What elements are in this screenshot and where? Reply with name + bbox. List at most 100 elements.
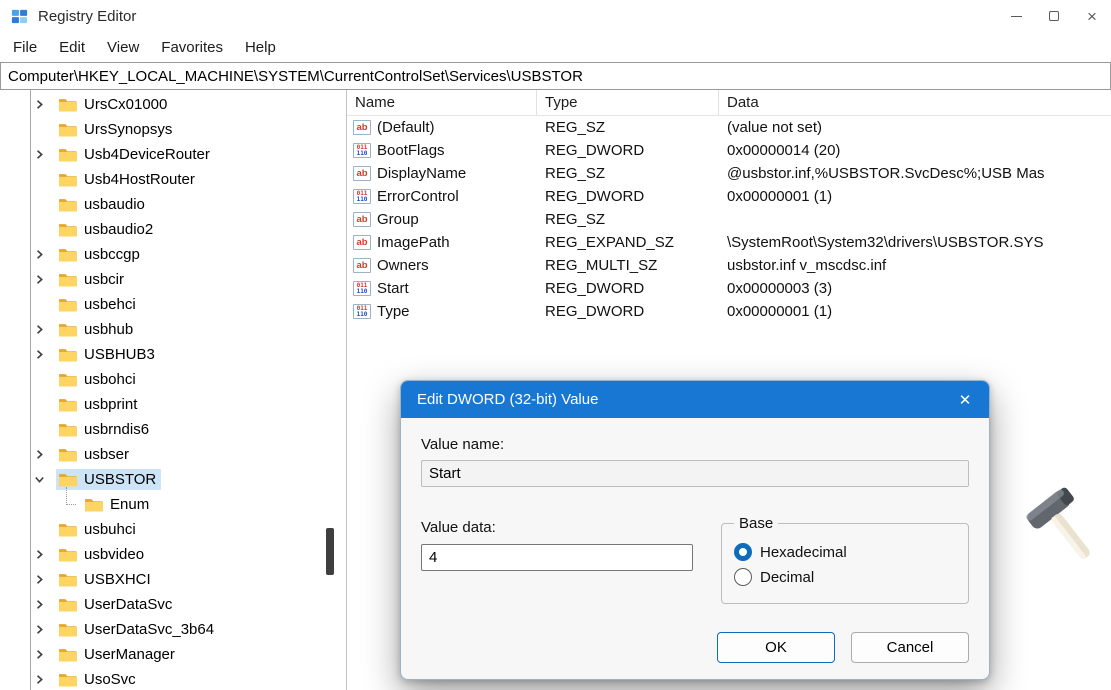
tree-item-UserDataSvc[interactable]: UserDataSvc xyxy=(0,592,346,617)
tree-node[interactable]: usbccgp xyxy=(56,244,145,265)
tree-item-UrsCx01000[interactable]: UrsCx01000 xyxy=(0,92,346,117)
minimize-button[interactable] xyxy=(997,0,1035,32)
registry-value-row-start[interactable]: 011110StartREG_DWORD0x00000003 (3) xyxy=(347,277,1111,300)
chevron-right-icon[interactable] xyxy=(34,573,56,587)
registry-value-row-group[interactable]: abGroupREG_SZ xyxy=(347,208,1111,231)
folder-icon xyxy=(58,597,78,613)
address-bar[interactable]: Computer\HKEY_LOCAL_MACHINE\SYSTEM\Curre… xyxy=(0,62,1111,90)
chevron-right-icon[interactable] xyxy=(34,448,56,462)
tree-node[interactable]: usbuhci xyxy=(56,519,141,540)
menu-view[interactable]: View xyxy=(96,36,150,59)
tree-item-usbaudio[interactable]: usbaudio xyxy=(0,192,346,217)
tree-node[interactable]: usbhub xyxy=(56,319,138,340)
tree-item-label: UsoSvc xyxy=(84,671,136,688)
close-button[interactable]: × xyxy=(1073,0,1111,32)
registry-value-row-default[interactable]: ab(Default)REG_SZ(value not set) xyxy=(347,116,1111,139)
tree-item-USBXHCI[interactable]: USBXHCI xyxy=(0,567,346,592)
tree-node[interactable]: USBXHCI xyxy=(56,569,156,590)
tree-node[interactable]: Enum xyxy=(82,494,154,515)
menu-file[interactable]: File xyxy=(2,36,48,59)
tree-scrollbar-thumb[interactable] xyxy=(326,528,334,575)
tree-node[interactable]: usbcir xyxy=(56,269,129,290)
tree-item-USBHUB3[interactable]: USBHUB3 xyxy=(0,342,346,367)
tree-node[interactable]: USBHUB3 xyxy=(56,344,160,365)
radio-decimal[interactable]: Decimal xyxy=(734,568,956,586)
menu-help[interactable]: Help xyxy=(234,36,287,59)
chevron-right-icon[interactable] xyxy=(34,548,56,562)
tree-node[interactable]: usbvideo xyxy=(56,544,149,565)
column-header-type[interactable]: Type xyxy=(537,90,719,115)
tree-node[interactable]: UserDataSvc_3b64 xyxy=(56,619,219,640)
tree-node[interactable]: usbser xyxy=(56,444,134,465)
tree-item-usbhub[interactable]: usbhub xyxy=(0,317,346,342)
registry-editor-window: Registry Editor × FileEditViewFavoritesH… xyxy=(0,0,1111,690)
tree-node[interactable]: usbehci xyxy=(56,294,141,315)
tree-node[interactable]: UrsSynopsys xyxy=(56,119,177,140)
tree-item-Enum[interactable]: Enum xyxy=(0,492,346,517)
chevron-right-icon[interactable] xyxy=(34,598,56,612)
menu-edit[interactable]: Edit xyxy=(48,36,96,59)
tree-node[interactable]: usbaudio2 xyxy=(56,219,158,240)
registry-value-row-owners[interactable]: abOwnersREG_MULTI_SZusbstor.inf v_mscdsc… xyxy=(347,254,1111,277)
chevron-right-icon[interactable] xyxy=(34,98,56,112)
registry-value-row-errorcontrol[interactable]: 011110ErrorControlREG_DWORD0x00000001 (1… xyxy=(347,185,1111,208)
tree-item-usbcir[interactable]: usbcir xyxy=(0,267,346,292)
tree-item-usbvideo[interactable]: usbvideo xyxy=(0,542,346,567)
chevron-right-icon[interactable] xyxy=(34,673,56,687)
value-type-cell: REG_MULTI_SZ xyxy=(537,257,719,274)
dialog-close-button[interactable]: ✕ xyxy=(941,381,989,418)
menu-favorites[interactable]: Favorites xyxy=(150,36,234,59)
tree-item-usbuhci[interactable]: usbuhci xyxy=(0,517,346,542)
cancel-button[interactable]: Cancel xyxy=(851,632,969,663)
chevron-down-icon[interactable] xyxy=(34,473,56,487)
tree-node[interactable]: Usb4DeviceRouter xyxy=(56,144,215,165)
tree-node[interactable]: UserManager xyxy=(56,644,180,665)
tree-item-usbehci[interactable]: usbehci xyxy=(0,292,346,317)
chevron-right-icon[interactable] xyxy=(34,348,56,362)
tree-item-usbccgp[interactable]: usbccgp xyxy=(0,242,346,267)
tree-node[interactable]: Usb4HostRouter xyxy=(56,169,200,190)
tree-node[interactable]: usbohci xyxy=(56,369,141,390)
tree-item-Usb4HostRouter[interactable]: Usb4HostRouter xyxy=(0,167,346,192)
tree-item-Usb4DeviceRouter[interactable]: Usb4DeviceRouter xyxy=(0,142,346,167)
tree-item-usbohci[interactable]: usbohci xyxy=(0,367,346,392)
tree-item-UrsSynopsys[interactable]: UrsSynopsys xyxy=(0,117,346,142)
registry-value-row-type[interactable]: 011110TypeREG_DWORD0x00000001 (1) xyxy=(347,300,1111,323)
registry-value-row-bootflags[interactable]: 011110BootFlagsREG_DWORD0x00000014 (20) xyxy=(347,139,1111,162)
registry-value-row-imagepath[interactable]: abImagePathREG_EXPAND_SZ\SystemRoot\Syst… xyxy=(347,231,1111,254)
chevron-right-icon[interactable] xyxy=(34,323,56,337)
chevron-right-icon[interactable] xyxy=(34,148,56,162)
maximize-button[interactable] xyxy=(1035,0,1073,32)
tree-item-label: usbcir xyxy=(84,271,124,288)
chevron-right-icon[interactable] xyxy=(34,648,56,662)
tree-item-UserDataSvc_3b64[interactable]: UserDataSvc_3b64 xyxy=(0,617,346,642)
chevron-right-icon[interactable] xyxy=(34,273,56,287)
column-header-data[interactable]: Data xyxy=(719,90,1111,115)
tree-item-usbprint[interactable]: usbprint xyxy=(0,392,346,417)
value-name-text: ErrorControl xyxy=(377,188,459,205)
tree-item-UserManager[interactable]: UserManager xyxy=(0,642,346,667)
value-type-cell: REG_DWORD xyxy=(537,188,719,205)
tree-item-usbaudio2[interactable]: usbaudio2 xyxy=(0,217,346,242)
tree-node[interactable]: usbprint xyxy=(56,394,142,415)
list-body: ab(Default)REG_SZ(value not set)011110Bo… xyxy=(347,116,1111,323)
tree-node[interactable]: usbrndis6 xyxy=(56,419,154,440)
tree-item-usbser[interactable]: usbser xyxy=(0,442,346,467)
tree-node[interactable]: UrsCx01000 xyxy=(56,94,172,115)
tree-node[interactable]: UserDataSvc xyxy=(56,594,177,615)
tree-item-USBSTOR[interactable]: USBSTOR xyxy=(0,467,346,492)
value-name-field[interactable] xyxy=(421,460,969,487)
value-name-text: BootFlags xyxy=(377,142,445,159)
tree-node[interactable]: UsoSvc xyxy=(56,669,141,690)
tree-item-usbrndis6[interactable]: usbrndis6 xyxy=(0,417,346,442)
tree-node[interactable]: usbaudio xyxy=(56,194,150,215)
chevron-right-icon[interactable] xyxy=(34,623,56,637)
ok-button[interactable]: OK xyxy=(717,632,835,663)
column-header-name[interactable]: Name xyxy=(347,90,537,115)
registry-value-row-displayname[interactable]: abDisplayNameREG_SZ@usbstor.inf,%USBSTOR… xyxy=(347,162,1111,185)
tree-item-UsoSvc[interactable]: UsoSvc xyxy=(0,667,346,690)
chevron-right-icon[interactable] xyxy=(34,248,56,262)
radio-hexadecimal[interactable]: Hexadecimal xyxy=(734,543,956,561)
value-data-field[interactable] xyxy=(421,544,693,571)
tree-item-label: USBXHCI xyxy=(84,571,151,588)
